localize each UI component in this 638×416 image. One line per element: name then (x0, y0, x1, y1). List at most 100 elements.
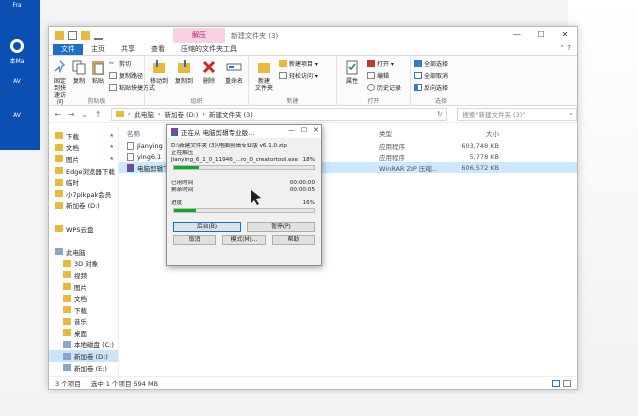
nav-item[interactable]: 图片 ★ (49, 153, 118, 165)
nav-item[interactable]: 临时 (49, 176, 118, 188)
paste-button[interactable]: 粘贴 (90, 59, 106, 85)
maximize-icon[interactable]: ☐ (529, 27, 553, 43)
large-icons-view-icon[interactable] (563, 379, 571, 387)
copy-button[interactable]: 复制 (71, 59, 87, 85)
nav-item[interactable]: Edge浏览器下载 (49, 165, 118, 177)
easy-access-icon (279, 72, 287, 79)
menu-compressed-tools[interactable]: 压缩的文件夹工具 (173, 43, 245, 55)
close-icon[interactable]: ✕ (313, 126, 319, 134)
nav-item[interactable]: 新加卷 (E:) (49, 362, 118, 374)
address-bar[interactable]: › 此电脑 › 新加卷 (D:) › 新建文件夹 (3) ↻ (110, 107, 448, 121)
dialog-title: 正在从 电脑剪辑专业版... (181, 128, 255, 137)
mouse-cursor-icon (251, 190, 261, 205)
open-icon (367, 60, 375, 67)
nav-item[interactable]: 下载 ★ (49, 130, 118, 142)
pin-icon[interactable] (94, 31, 103, 40)
nav-item[interactable]: 本地磁盘 (C:) (49, 339, 118, 351)
move-to-button[interactable]: 移动到 (148, 59, 170, 85)
nav-folder-icon (55, 190, 63, 198)
delete-button[interactable]: 删除 (198, 59, 220, 85)
nav-item[interactable]: 小7pikpak会员 (49, 188, 118, 200)
nav-item[interactable]: 新加卷 (D:) (49, 350, 118, 362)
properties-button[interactable]: 属性 (340, 59, 364, 85)
easy-access-button[interactable]: 轻松访问 ▾ (279, 71, 318, 80)
invert-selection-icon (414, 84, 422, 91)
desktop-icon[interactable]: 本Ma (2, 38, 32, 65)
new-folder-button[interactable]: 新建 文件夹 (252, 59, 276, 92)
details-view-icon[interactable] (552, 379, 560, 387)
pause-button[interactable]: 暂停(P) (247, 222, 315, 232)
extract-status: 正在解压 (171, 150, 194, 156)
nav-item[interactable]: 文档 (49, 292, 118, 304)
checkbox-icon[interactable] (68, 31, 77, 40)
nav-item-label: 下载 (66, 132, 79, 141)
nav-item[interactable]: 视频 (49, 269, 118, 281)
group-label: 新建 (286, 98, 299, 105)
desktop-icon[interactable]: AV (2, 78, 32, 85)
nav-item-label: 新加卷 (D:) (74, 353, 108, 362)
folder-icon[interactable] (55, 31, 64, 40)
mode-button[interactable]: 模式(M)... (222, 235, 266, 245)
desktop-wallpaper (0, 0, 40, 150)
column-size[interactable]: 大小 (439, 128, 499, 138)
select-none-button[interactable]: 全部取消 (414, 71, 448, 80)
column-type[interactable]: 类型 (379, 128, 439, 138)
recent-locations-icon[interactable]: ⌄ (80, 110, 89, 119)
menu-file[interactable]: 文件 (53, 43, 83, 55)
nav-folder-icon (63, 329, 71, 337)
nav-item[interactable]: 此电脑 (49, 246, 118, 258)
nav-item-label: 新加卷 (E:) (74, 364, 107, 373)
folder-icon (115, 111, 124, 117)
edit-button[interactable]: 编辑 (367, 71, 401, 80)
breadcrumb-drive[interactable]: 新加卷 (D:) (165, 109, 199, 119)
total-progress-label: 进度 (171, 200, 183, 206)
folder-icon[interactable] (81, 31, 90, 40)
nav-item[interactable]: 新加卷 (D:) (49, 200, 118, 212)
nav-item[interactable]: 下载 (49, 304, 118, 316)
menu-view[interactable]: 查看 (143, 43, 173, 55)
select-all-button[interactable]: 全部选择 (414, 59, 448, 68)
nav-item[interactable]: 桌面 (49, 327, 118, 339)
remaining-label: 剩余时间 (171, 187, 194, 193)
back-icon[interactable]: ← (53, 110, 62, 119)
nav-item[interactable]: 3D 对象 (49, 258, 118, 270)
context-tab-extract[interactable]: 解压 (173, 28, 225, 43)
breadcrumb-this-pc[interactable]: 此电脑 (134, 109, 154, 119)
help-button[interactable]: 帮助 (271, 235, 315, 245)
nav-item-label: 此电脑 (66, 248, 86, 257)
nav-item-label: WPS云盘 (66, 225, 94, 234)
close-icon[interactable]: ✕ (553, 27, 577, 43)
desktop-icon[interactable]: Fra (2, 2, 32, 9)
copy-to-button[interactable]: 复制到 (173, 59, 195, 85)
desktop-icon[interactable]: AV (2, 112, 32, 119)
maximize-icon[interactable]: ☐ (301, 126, 307, 134)
nav-item[interactable]: 文档 ★ (49, 142, 118, 154)
breadcrumb-folder[interactable]: 新建文件夹 (3) (209, 109, 253, 119)
up-icon[interactable]: ↑ (93, 110, 102, 119)
group-label: 打开 (367, 98, 380, 105)
nav-item[interactable]: 图片 (49, 281, 118, 293)
address-row: ← → ⌄ ↑ › 此电脑 › 新加卷 (D:) › 新建文件夹 (3) ↻ 搜… (49, 106, 578, 123)
cancel-button[interactable]: 取消 (173, 235, 217, 245)
background-button[interactable]: 后台(B) (173, 222, 241, 232)
menu-home[interactable]: 主页 (83, 43, 113, 55)
search-input[interactable]: 搜索"新建文件夹 (3)" ⌕ (457, 107, 578, 121)
history-icon (367, 84, 375, 91)
forward-icon[interactable]: → (66, 110, 75, 119)
refresh-icon[interactable]: ↻ (437, 110, 442, 118)
nav-item[interactable]: 音乐 (49, 316, 118, 328)
nav-folder-icon (63, 317, 71, 325)
minimize-icon[interactable]: — (505, 27, 529, 43)
invert-selection-button[interactable]: 反向选择 (414, 83, 448, 92)
menu-share[interactable]: 共享 (113, 43, 143, 55)
history-button[interactable]: 历史记录 (367, 83, 401, 92)
nav-item-label: 3D 对象 (74, 260, 99, 269)
open-button[interactable]: 打开 ▾ (367, 59, 401, 68)
new-item-button[interactable]: 新建项目 ▾ (279, 59, 318, 68)
collapse-ribbon-icon[interactable]: ⌃ ? (559, 44, 571, 52)
minimize-icon[interactable]: — (288, 126, 295, 134)
dialog-title-bar: 正在从 电脑剪辑专业版... — ☐ ✕ (167, 125, 321, 138)
delete-icon (202, 60, 216, 74)
nav-item[interactable]: WPS云盘 (49, 223, 118, 235)
rename-button[interactable]: 重命名 (223, 59, 245, 85)
